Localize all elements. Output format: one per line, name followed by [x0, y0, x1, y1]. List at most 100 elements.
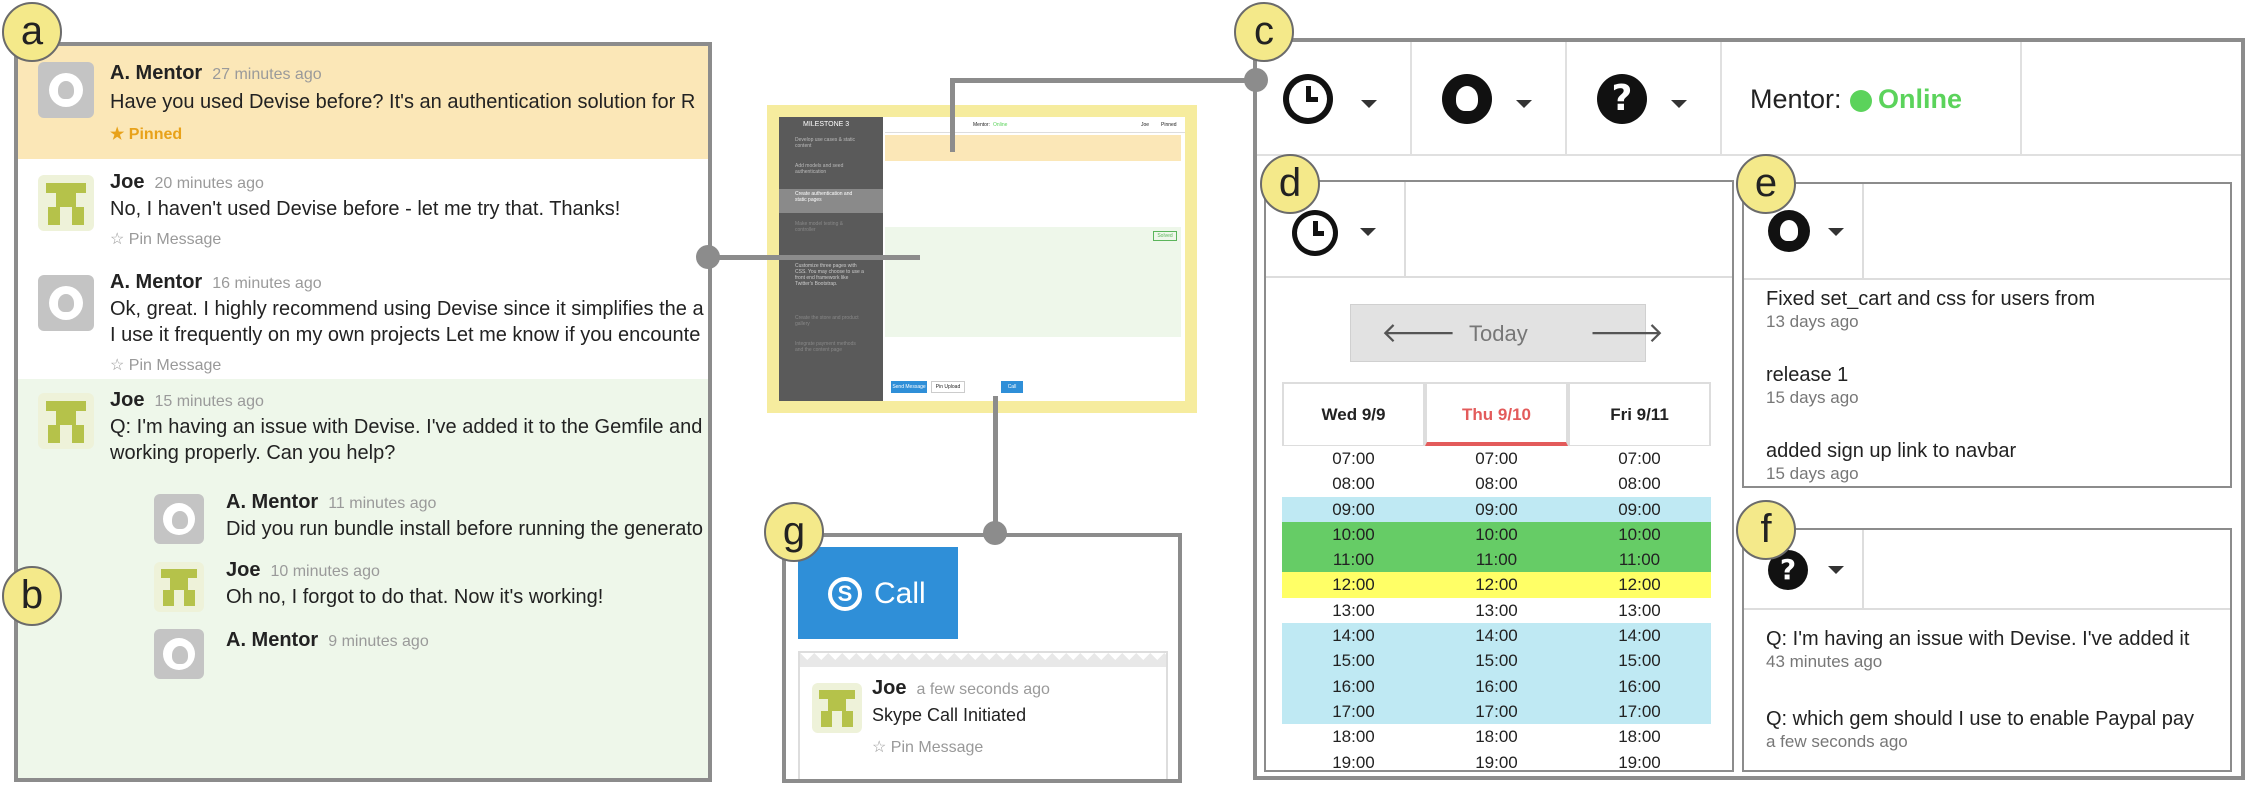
time-slot[interactable]: 11:00 [1282, 547, 1425, 573]
label-b: b [2, 566, 62, 626]
thumb-send-button[interactable]: Send Message [891, 381, 927, 393]
time-slot[interactable]: 08:00 [1282, 471, 1425, 497]
time-slot[interactable]: 11:00 [1425, 547, 1568, 573]
time-slot[interactable]: 10:00 [1568, 521, 1711, 548]
time-slot[interactable]: 16:00 [1282, 673, 1425, 699]
time-slot[interactable]: 13:00 [1425, 597, 1568, 624]
time-slot[interactable]: 19:00 [1568, 749, 1711, 770]
chevron-down-icon [1361, 100, 1377, 108]
help-menu-button[interactable]: ? [1567, 42, 1722, 154]
message-author: Joe a few seconds ago [872, 677, 1050, 699]
pinned-message: A. Mentor 27 minutes ago Have you used De… [18, 46, 708, 159]
commit-title[interactable]: release 1 [1766, 364, 1848, 387]
pin-message-link[interactable]: ☆ Pin Message [110, 355, 221, 375]
time-slot[interactable]: 13:00 [1282, 597, 1425, 624]
chevron-down-icon [1671, 100, 1687, 108]
label-g: g [764, 502, 824, 562]
time-slot[interactable]: 15:00 [1282, 648, 1425, 674]
reply-author: A. Mentor 9 minutes ago [226, 629, 429, 651]
thumb-user: Joe [1141, 122, 1150, 128]
connector-dot [1244, 68, 1268, 92]
time-slot[interactable]: 08:00 [1425, 471, 1568, 497]
sidebar-item[interactable]: Develop use cases & static content [795, 137, 865, 149]
message-author: Joe 15 minutes ago [110, 389, 264, 411]
time-slot[interactable]: 07:00 [1282, 446, 1425, 472]
time-slot[interactable]: 14:00 [1568, 623, 1711, 649]
sidebar-item[interactable]: Add models and seed authentication [795, 163, 865, 175]
label-a: a [2, 2, 62, 62]
thumb-pin-upload[interactable]: Pin Upload [931, 381, 965, 393]
time-slot[interactable]: 14:00 [1282, 623, 1425, 649]
time-slot[interactable]: 19:00 [1282, 749, 1425, 770]
day-header[interactable]: Wed 9/9 [1282, 382, 1425, 446]
pin-message-link[interactable]: ☆ Pin Message [110, 229, 221, 249]
time-slot[interactable]: 08:00 [1568, 471, 1711, 497]
github-menu-button[interactable] [1412, 42, 1567, 154]
message-text: working properly. Can you help? [110, 442, 396, 464]
day-header[interactable]: Fri 9/11 [1568, 382, 1711, 446]
time-slot[interactable]: 17:00 [1568, 698, 1711, 725]
time-slot[interactable]: 09:00 [1282, 496, 1425, 522]
joe-avatar [154, 562, 204, 612]
time-slot[interactable]: 13:00 [1568, 597, 1711, 624]
message-text: I use it frequently on my own projects L… [110, 324, 701, 346]
time-slot[interactable]: 16:00 [1568, 673, 1711, 699]
day-header-today[interactable]: Thu 9/10 [1425, 382, 1568, 446]
time-slot[interactable]: 07:00 [1568, 446, 1711, 472]
time-slot[interactable]: 12:00 [1568, 572, 1711, 598]
chevron-down-icon [1360, 228, 1376, 236]
time-slot[interactable]: 18:00 [1282, 724, 1425, 750]
question-thread: Joe 15 minutes ago Q: I'm having an issue… [18, 379, 708, 778]
today-button[interactable]: Today [1469, 321, 1528, 347]
thumb-pinned-row [885, 135, 1181, 161]
question-title[interactable]: Q: I'm having an issue with Devise. I've… [1766, 628, 2189, 651]
next-week-button[interactable]: 🡒 [1589, 315, 1664, 349]
time-slot[interactable]: 07:00 [1425, 446, 1568, 472]
time-slot[interactable]: 10:00 [1282, 521, 1425, 548]
joe-avatar [812, 683, 862, 733]
time-slot[interactable]: 15:00 [1568, 648, 1711, 674]
commit-age: 15 days ago [1766, 464, 1859, 483]
question-age: a few seconds ago [1766, 732, 1908, 751]
time-slot[interactable]: 17:00 [1425, 698, 1568, 725]
connector-line [950, 78, 955, 152]
time-slot[interactable]: 16:00 [1425, 673, 1568, 699]
time-slot[interactable]: 12:00 [1425, 572, 1568, 598]
pin-message-link[interactable]: ☆ Pin Message [872, 737, 983, 757]
chat-panel: A. Mentor 27 minutes ago Have you used De… [14, 42, 712, 782]
time-slot[interactable]: 18:00 [1568, 724, 1711, 750]
reply-text: Oh no, I forgot to do that. Now it's wor… [226, 586, 604, 608]
sidebar-item[interactable]: Integrate payment methods and the conten… [795, 341, 865, 353]
mentor-avatar [154, 494, 204, 544]
commit-title[interactable]: added sign up link to navbar [1766, 440, 2016, 463]
time-slot[interactable]: 09:00 [1425, 496, 1568, 522]
thumb-call-button[interactable]: Call [1001, 381, 1023, 393]
star-icon: ★ [110, 126, 129, 143]
time-slot[interactable]: 18:00 [1425, 724, 1568, 750]
sidebar-item[interactable]: Customize three pages with CSS. You may … [795, 263, 865, 287]
time-slot[interactable]: 11:00 [1568, 547, 1711, 573]
schedule-menu-button[interactable] [1257, 42, 1412, 154]
sidebar-item-active[interactable]: Create authentication and static pages [795, 191, 865, 203]
time-slot[interactable]: 10:00 [1425, 521, 1568, 548]
time-slot[interactable]: 19:00 [1425, 749, 1568, 770]
sidebar-item[interactable]: Create the store and product gallery [795, 315, 865, 327]
mentor-avatar [38, 62, 94, 118]
time-slot[interactable]: 15:00 [1425, 648, 1568, 674]
time-slot[interactable]: 12:00 [1282, 572, 1425, 598]
commit-title[interactable]: Fixed set_cart and css for users from [1766, 288, 2095, 311]
star-outline-icon: ☆ [872, 739, 891, 756]
time-slot[interactable]: 17:00 [1282, 698, 1425, 725]
thumb-pinned: Pinned [1161, 122, 1177, 128]
skype-call-button[interactable]: S Call [798, 547, 958, 639]
thumb-solved-button[interactable]: Solved [1153, 231, 1177, 241]
thumb-online: Online [993, 122, 1008, 128]
sidebar-item[interactable]: Make model testing & controller [795, 221, 865, 233]
time-slot[interactable]: 14:00 [1425, 623, 1568, 649]
thumb-thread [885, 227, 1181, 337]
prev-week-button[interactable]: 🡐 [1381, 315, 1456, 349]
time-slot[interactable]: 09:00 [1568, 496, 1711, 522]
clock-icon [1283, 74, 1333, 124]
status-badge: Online [1878, 84, 1963, 114]
question-title[interactable]: Q: which gem should I use to enable Payp… [1766, 708, 2194, 731]
